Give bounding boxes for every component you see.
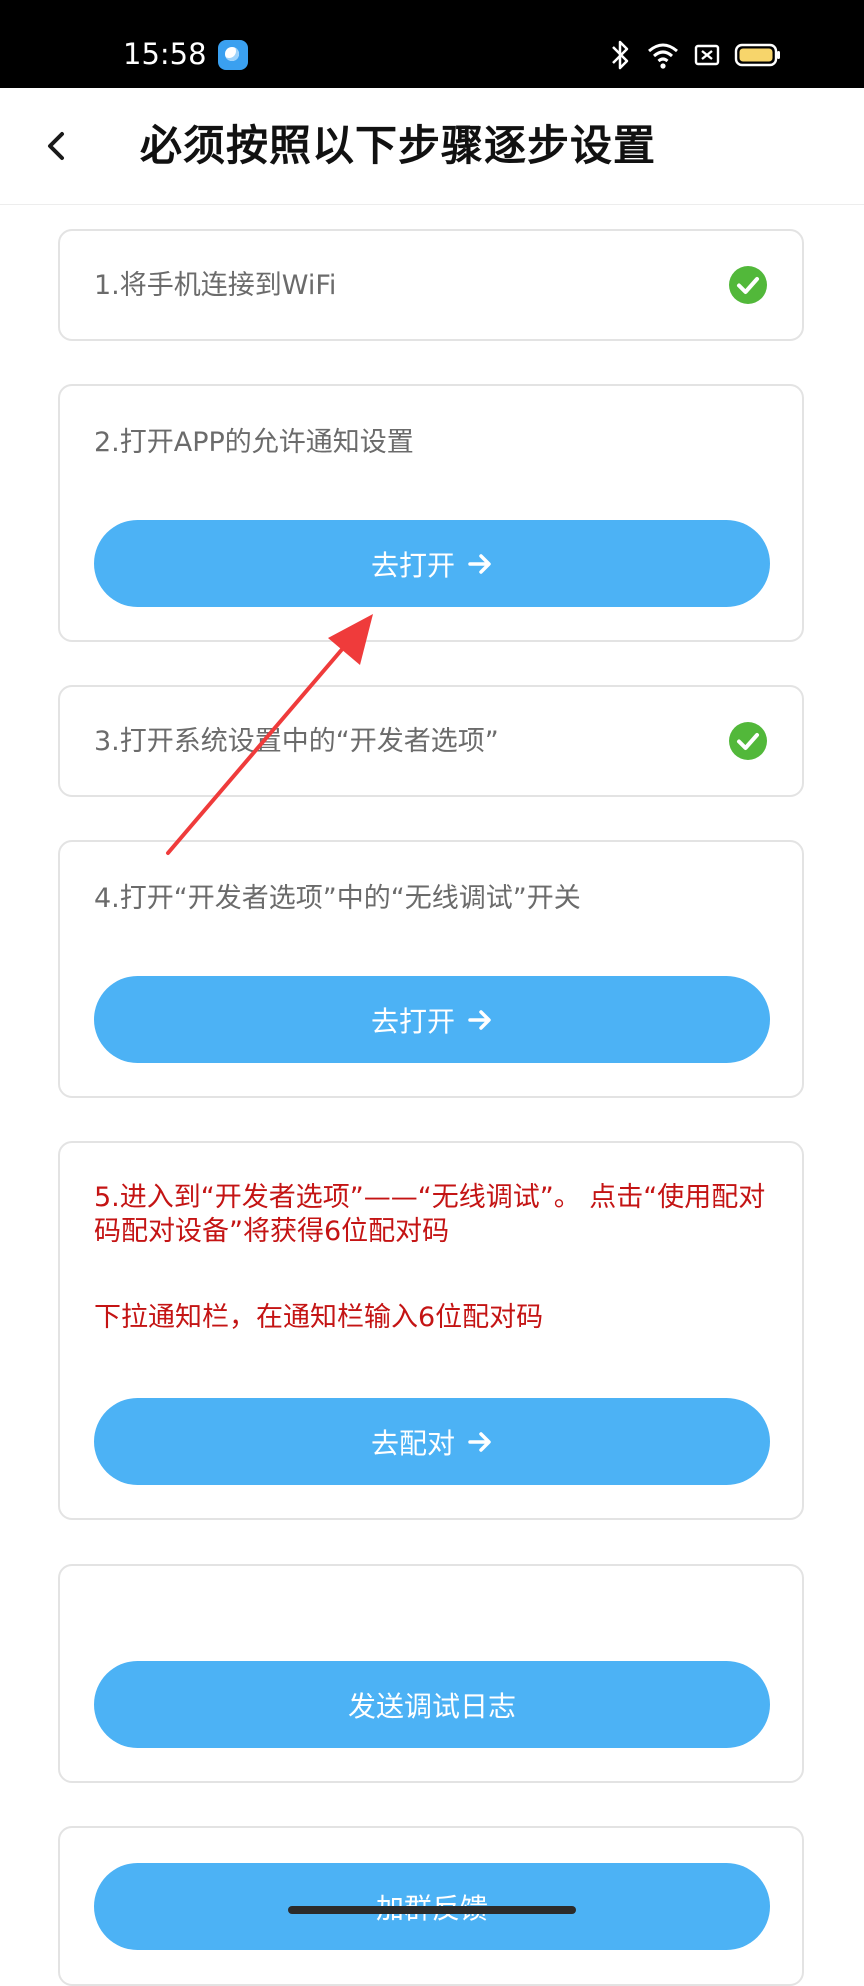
- chevron-left-icon: [48, 132, 64, 160]
- pair-device-button[interactable]: 去配对: [94, 1398, 770, 1485]
- step-card-5: 5.进入到“开发者选项”——“无线调试”。 点击“使用配对码配对设备”将获得6位…: [58, 1141, 804, 1520]
- arrow-right-icon: [468, 1009, 491, 1030]
- step-card-3: 3.打开系统设置中的“开发者选项”: [58, 685, 804, 797]
- arrow-right-icon: [468, 1431, 491, 1452]
- step-card-2: 2.打开APP的允许通知设置 去打开: [58, 384, 804, 642]
- button-label: 去打开: [370, 548, 455, 582]
- page-title: 必须按照以下步骤逐步设置: [140, 121, 657, 170]
- button-label: 去打开: [370, 1004, 455, 1038]
- send-log-card: 发送调试日志: [58, 1564, 804, 1783]
- button-label: 去配对: [370, 1426, 455, 1460]
- check-circle-icon: [729, 722, 767, 760]
- step-label: 1.将手机连接到WiFi: [94, 270, 337, 301]
- step-label: 3.打开系统设置中的“开发者选项”: [94, 726, 499, 757]
- nav-bar: 必须按照以下步骤逐步设置: [0, 88, 864, 205]
- step-label: 2.打开APP的允许通知设置: [94, 427, 414, 458]
- back-button[interactable]: [30, 118, 86, 174]
- step-card-1: 1.将手机连接到WiFi: [58, 229, 804, 341]
- button-label: 发送调试日志: [347, 1689, 516, 1723]
- step-label: 5.进入到“开发者选项”——“无线调试”。 点击“使用配对码配对设备”将获得6位…: [94, 1182, 766, 1247]
- arrow-right-icon: [468, 553, 491, 574]
- home-indicator[interactable]: [288, 1906, 576, 1914]
- status-time: 15:58: [123, 37, 207, 71]
- check-circle-icon: [729, 266, 767, 304]
- step-note: 下拉通知栏，在通知栏输入6位配对码: [94, 1302, 544, 1333]
- send-log-button[interactable]: 发送调试日志: [94, 1661, 770, 1748]
- bluetooth-icon: [612, 40, 629, 70]
- step-label: 4.打开“开发者选项”中的“无线调试”开关: [94, 883, 581, 914]
- app-notification-icon: [218, 40, 248, 70]
- status-icons: [610, 38, 810, 72]
- open-wireless-debug-button[interactable]: 去打开: [94, 976, 770, 1063]
- status-bar: 15:58: [0, 0, 864, 88]
- step-card-4: 4.打开“开发者选项”中的“无线调试”开关 去打开: [58, 840, 804, 1098]
- open-notification-button[interactable]: 去打开: [94, 520, 770, 607]
- wifi-icon: [648, 43, 678, 69]
- battery-icon: [734, 43, 780, 67]
- sim-off-icon: [694, 44, 720, 66]
